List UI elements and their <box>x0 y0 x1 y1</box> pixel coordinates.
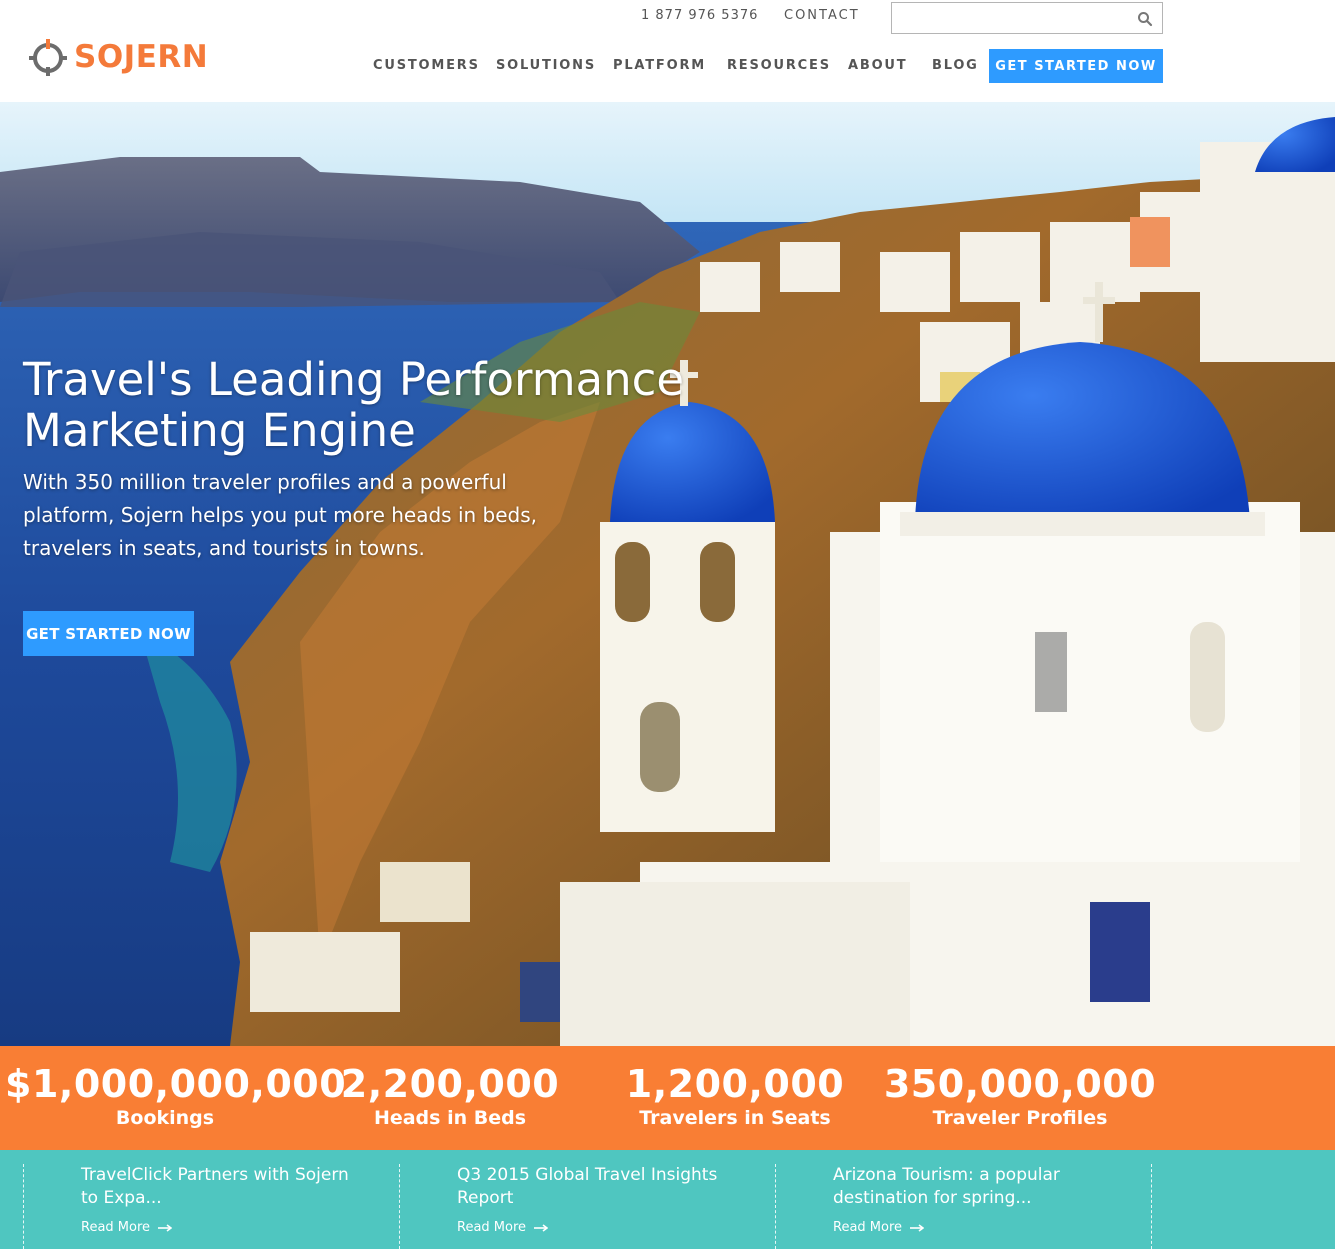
news-strip: TravelClick Partners with Sojern to Expa… <box>0 1150 1335 1249</box>
news-divider <box>23 1164 24 1249</box>
logo-text: SOJERN <box>74 39 209 75</box>
stat-label: Heads in Beds <box>373 1107 527 1129</box>
sojern-logo[interactable]: SOJERN <box>28 37 208 77</box>
search-icon[interactable] <box>1137 11 1153 27</box>
news-item: TravelClick Partners with Sojern to Expa… <box>81 1164 371 1235</box>
news-item: Q3 2015 Global Travel Insights Report Re… <box>457 1164 747 1235</box>
arrow-right-icon <box>910 1223 925 1232</box>
site-header: SOJERN 1 877 976 5376 CONTACT CUSTOMERS … <box>0 0 1335 102</box>
hero-banner: Travel's Leading Performance Marketing E… <box>0 102 1335 1046</box>
hero-title: Travel's Leading Performance Marketing E… <box>23 354 743 456</box>
nav-about[interactable]: ABOUT <box>848 58 907 73</box>
news-divider <box>1151 1164 1152 1249</box>
news-divider <box>399 1164 400 1249</box>
read-more-link[interactable]: Read More <box>457 1220 747 1235</box>
nav-platform[interactable]: PLATFORM <box>613 58 706 73</box>
stat-travelers-in-seats: 1,200,000 Travelers in Seats <box>575 1062 895 1130</box>
hero-subtitle: With 350 million traveler profiles and a… <box>23 470 538 560</box>
search-box <box>891 2 1163 34</box>
stats-bar: $1,000,000,000 Bookings 2,200,000 Heads … <box>0 1046 1335 1150</box>
get-started-hero-button[interactable]: GET STARTED NOW <box>23 611 194 656</box>
read-more-link[interactable]: Read More <box>833 1220 1123 1235</box>
arrow-right-icon <box>534 1223 549 1232</box>
stat-bookings: $1,000,000,000 Bookings <box>5 1062 347 1130</box>
nav-resources[interactable]: RESOURCES <box>727 58 831 73</box>
news-title[interactable]: Q3 2015 Global Travel Insights Report <box>457 1164 747 1210</box>
nav-customers[interactable]: CUSTOMERS <box>373 58 480 73</box>
news-title[interactable]: Arizona Tourism: a popular destination f… <box>833 1164 1123 1210</box>
read-more-label: Read More <box>833 1220 903 1235</box>
phone-number[interactable]: 1 877 976 5376 <box>641 8 758 23</box>
news-item: Arizona Tourism: a popular destination f… <box>833 1164 1123 1235</box>
stat-traveler-profiles: 350,000,000 Traveler Profiles <box>860 1062 1180 1130</box>
stat-value: 2,200,000 <box>340 1062 560 1106</box>
read-more-label: Read More <box>81 1220 151 1235</box>
stat-heads-in-beds: 2,200,000 Heads in Beds <box>290 1062 610 1130</box>
news-divider <box>775 1164 776 1249</box>
stat-value: 1,200,000 <box>625 1062 845 1106</box>
read-more-label: Read More <box>457 1220 527 1235</box>
nav-solutions[interactable]: SOLUTIONS <box>496 58 596 73</box>
nav-blog[interactable]: BLOG <box>932 58 979 73</box>
read-more-link[interactable]: Read More <box>81 1220 371 1235</box>
search-input[interactable] <box>892 3 1122 33</box>
compass-logo-icon <box>29 39 67 76</box>
stat-value: 350,000,000 <box>883 1062 1157 1106</box>
contact-link[interactable]: CONTACT <box>784 8 860 23</box>
arrow-right-icon <box>158 1223 173 1232</box>
get-started-header-button[interactable]: GET STARTED NOW <box>989 49 1163 83</box>
hero-title-line2: Marketing Engine <box>23 404 416 457</box>
news-title[interactable]: TravelClick Partners with Sojern to Expa… <box>81 1164 371 1210</box>
santorini-hero-image <box>0 102 1335 1046</box>
stat-label: Travelers in Seats <box>639 1107 831 1129</box>
hero-title-line1: Travel's Leading Performance <box>23 353 685 406</box>
stat-label: Bookings <box>115 1107 215 1129</box>
stat-value: $1,000,000,000 <box>5 1062 347 1106</box>
stat-label: Traveler Profiles <box>932 1107 1108 1129</box>
